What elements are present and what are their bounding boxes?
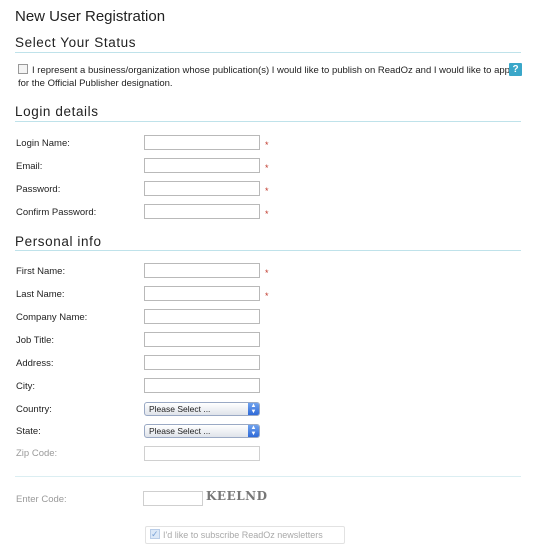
country-select-value: Please Select ...	[149, 404, 211, 414]
newsletter-label: I'd like to subscribe ReadOz newsletters	[163, 530, 323, 540]
login-name-input[interactable]	[144, 135, 260, 150]
page-title: New User Registration	[15, 8, 166, 25]
state-select[interactable]: Please Select ... ▲ ▼	[144, 424, 260, 438]
section-divider	[15, 52, 521, 53]
city-label: City:	[16, 381, 35, 392]
address-label: Address:	[16, 358, 54, 369]
select-arrows-icon: ▲ ▼	[248, 425, 259, 437]
section-title-personal: Personal info	[15, 234, 102, 249]
required-marker: *	[265, 291, 269, 301]
required-marker: *	[265, 209, 269, 219]
select-arrows-icon: ▲ ▼	[248, 403, 259, 415]
help-icon[interactable]: ?	[509, 63, 522, 76]
first-name-label: First Name:	[16, 266, 66, 277]
captcha-label: Enter Code:	[16, 494, 67, 505]
newsletter-checkbox[interactable]	[150, 526, 160, 542]
section-divider	[15, 476, 521, 477]
job-title-label: Job Title:	[16, 335, 55, 346]
section-title-login: Login details	[15, 104, 99, 119]
required-marker: *	[265, 163, 269, 173]
publisher-checkbox[interactable]	[18, 64, 28, 74]
zip-code-input[interactable]	[144, 446, 260, 461]
publisher-status-option: I represent a business/organization whos…	[18, 64, 518, 90]
zip-code-label: Zip Code:	[16, 448, 58, 459]
last-name-label: Last Name:	[16, 289, 65, 300]
job-title-input[interactable]	[144, 332, 260, 347]
section-divider	[15, 250, 521, 251]
last-name-input[interactable]	[144, 286, 260, 301]
state-label: State:	[16, 426, 41, 437]
password-input[interactable]	[144, 181, 260, 196]
email-label: Email:	[16, 161, 43, 172]
password-label: Password:	[16, 184, 61, 195]
first-name-input[interactable]	[144, 263, 260, 278]
section-title-status: Select Your Status	[15, 35, 137, 50]
captcha-image: KEELND	[206, 489, 268, 503]
country-label: Country:	[16, 404, 52, 415]
captcha-input[interactable]	[143, 491, 203, 506]
required-marker: *	[265, 186, 269, 196]
country-select[interactable]: Please Select ... ▲ ▼	[144, 402, 260, 416]
email-input[interactable]	[144, 158, 260, 173]
publisher-checkbox-label: I represent a business/organization whos…	[18, 65, 517, 89]
confirm-password-label: Confirm Password:	[16, 207, 97, 218]
login-name-label: Login Name:	[16, 138, 70, 149]
company-name-label: Company Name:	[16, 312, 88, 323]
required-marker: *	[265, 140, 269, 150]
address-input[interactable]	[144, 355, 260, 370]
state-select-value: Please Select ...	[149, 426, 211, 436]
section-divider	[15, 121, 521, 122]
confirm-password-input[interactable]	[144, 204, 260, 219]
city-input[interactable]	[144, 378, 260, 393]
required-marker: *	[265, 268, 269, 278]
company-name-input[interactable]	[144, 309, 260, 324]
newsletter-option[interactable]: I'd like to subscribe ReadOz newsletters	[145, 526, 345, 544]
